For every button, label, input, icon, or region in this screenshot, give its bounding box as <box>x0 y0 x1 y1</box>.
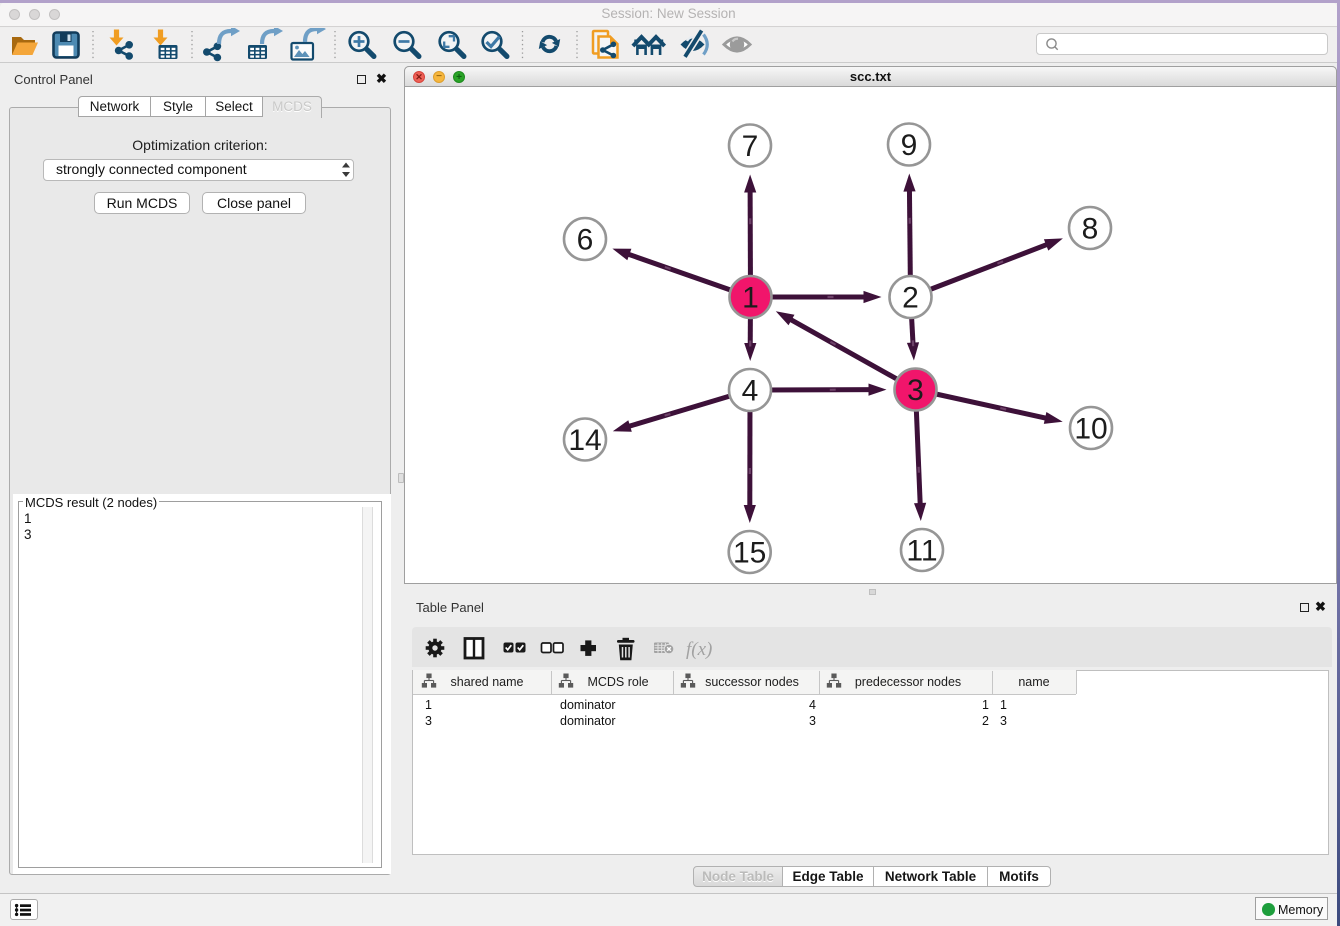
svg-text:10: 10 <box>1074 413 1107 446</box>
svg-text:f(x): f(x) <box>686 639 712 660</box>
svg-text:name: name <box>1018 675 1049 689</box>
svg-text:1: 1 <box>425 698 432 712</box>
svg-text:dominator: dominator <box>560 698 616 712</box>
svg-text:9: 9 <box>901 129 918 162</box>
svg-text:2: 2 <box>982 714 989 728</box>
svg-text:1: 1 <box>1000 698 1007 712</box>
svg-text:3: 3 <box>1000 714 1007 728</box>
svg-text:4: 4 <box>742 375 759 408</box>
svg-text:1: 1 <box>982 698 989 712</box>
svg-text:MCDS role: MCDS role <box>587 675 648 689</box>
svg-text:4: 4 <box>809 698 816 712</box>
svg-text:8: 8 <box>1082 213 1099 246</box>
svg-text:shared name: shared name <box>451 675 524 689</box>
svg-text:dominator: dominator <box>560 714 616 728</box>
svg-text:15: 15 <box>733 537 766 570</box>
svg-text:11: 11 <box>906 535 937 568</box>
svg-text:3: 3 <box>809 714 816 728</box>
svg-text:2: 2 <box>902 282 919 315</box>
svg-text:14: 14 <box>568 424 601 457</box>
svg-text:predecessor nodes: predecessor nodes <box>855 675 961 689</box>
svg-text:3: 3 <box>425 714 432 728</box>
svg-text:3: 3 <box>907 374 924 407</box>
svg-text:6: 6 <box>577 224 594 257</box>
svg-text:1: 1 <box>742 282 759 315</box>
svg-text:successor nodes: successor nodes <box>705 675 799 689</box>
svg-text:7: 7 <box>742 130 759 163</box>
